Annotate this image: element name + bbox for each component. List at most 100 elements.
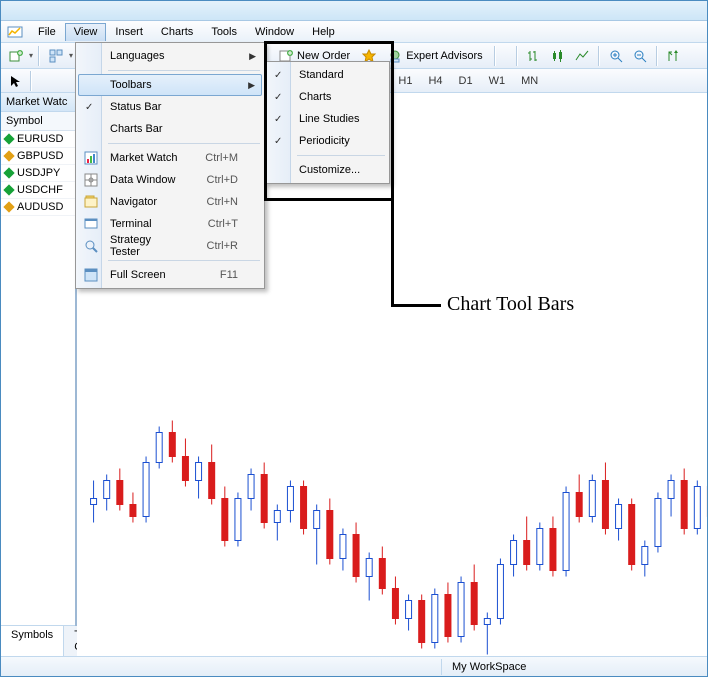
menu-item-label: Charts Bar bbox=[110, 123, 163, 135]
toolbars-item-customize-[interactable]: Customize... bbox=[267, 159, 387, 181]
tab-symbols[interactable]: Symbols bbox=[1, 626, 64, 656]
tester-icon bbox=[83, 238, 99, 254]
check-icon: ✓ bbox=[274, 136, 282, 147]
symbol-label: USDJPY bbox=[17, 167, 60, 179]
navigator-icon bbox=[83, 194, 99, 210]
view-menu-item-data-window[interactable]: Data Window Ctrl+D bbox=[78, 169, 262, 191]
app-icon bbox=[7, 24, 23, 40]
menu-item-label: Navigator bbox=[110, 196, 157, 208]
direction-icon bbox=[3, 167, 14, 178]
datawin-icon bbox=[83, 172, 99, 188]
period-mn[interactable]: MN bbox=[513, 73, 546, 89]
symbol-label: GBPUSD bbox=[17, 150, 63, 162]
view-menu-item-toolbars[interactable]: Toolbars▶ bbox=[78, 74, 262, 96]
menu-view[interactable]: View bbox=[65, 23, 107, 41]
view-menu-item-full-screen[interactable]: Full Screen F11 bbox=[78, 264, 262, 286]
menu-item-label: Strategy Tester bbox=[110, 234, 183, 258]
market-watch-title: Market Watc bbox=[1, 93, 75, 112]
menu-item-label: Data Window bbox=[110, 174, 175, 186]
symbol-label: USDCHF bbox=[17, 184, 63, 196]
candle-chart-button[interactable] bbox=[547, 45, 569, 67]
check-icon: ✓ bbox=[274, 114, 282, 125]
symbol-row-eurusd[interactable]: EURUSD bbox=[1, 131, 75, 148]
submenu-arrow-icon: ▶ bbox=[249, 51, 256, 62]
shortcut-label: Ctrl+D bbox=[183, 174, 238, 186]
menu-item-label: Terminal bbox=[110, 218, 152, 230]
annotation-label: Chart Tool Bars bbox=[447, 293, 574, 316]
menu-charts[interactable]: Charts bbox=[152, 23, 202, 41]
market-watch-header[interactable]: Symbol bbox=[1, 112, 75, 131]
fullscreen-icon bbox=[83, 267, 99, 283]
line-chart-button[interactable] bbox=[571, 45, 593, 67]
menu-item-label: Line Studies bbox=[299, 113, 360, 125]
annotation-connector bbox=[391, 201, 394, 306]
check-icon: ✓ bbox=[274, 92, 282, 103]
check-icon: ✓ bbox=[85, 102, 93, 113]
view-menu-item-terminal[interactable]: Terminal Ctrl+T bbox=[78, 213, 262, 235]
menu-item-label: Periodicity bbox=[299, 135, 350, 147]
app-window: FileViewInsertChartsToolsWindowHelp ▾ ▾ … bbox=[0, 0, 708, 677]
zoom-in-button[interactable] bbox=[605, 45, 627, 67]
annotation-connector bbox=[391, 304, 441, 307]
marketwatch-icon bbox=[83, 150, 99, 166]
shortcut-label: Ctrl+R bbox=[183, 240, 238, 252]
toolbars-item-standard[interactable]: ✓Standard bbox=[267, 64, 387, 86]
view-menu-item-market-watch[interactable]: Market Watch Ctrl+M bbox=[78, 147, 262, 169]
menu-window[interactable]: Window bbox=[246, 23, 303, 41]
menu-item-label: Languages bbox=[110, 50, 164, 62]
terminal-icon bbox=[83, 216, 99, 232]
symbol-label: AUDUSD bbox=[17, 201, 63, 213]
view-menu-item-languages[interactable]: Languages ▶ bbox=[78, 45, 262, 67]
shortcut-label: Ctrl+N bbox=[183, 196, 238, 208]
shortcut-label: Ctrl+T bbox=[184, 218, 238, 230]
symbol-row-usdjpy[interactable]: USDJPY bbox=[1, 165, 75, 182]
direction-icon bbox=[3, 184, 14, 195]
period-h1[interactable]: H1 bbox=[390, 73, 420, 89]
view-menu-dropdown: Languages ▶ Toolbars▶ ✓ Status Bar Charts Bar… bbox=[75, 42, 265, 289]
view-menu-item-charts-bar[interactable]: Charts Bar bbox=[78, 118, 262, 140]
shortcut-label: F11 bbox=[196, 269, 238, 281]
toolbars-item-line-studies[interactable]: ✓ Line Studies bbox=[267, 108, 387, 130]
menu-tools[interactable]: Tools bbox=[202, 23, 246, 41]
view-menu-item-navigator[interactable]: Navigator Ctrl+N bbox=[78, 191, 262, 213]
market-watch-tabs: Symbols Tick Chart bbox=[1, 625, 75, 656]
expert-advisors-label: Expert Advisors bbox=[406, 50, 482, 62]
shortcut-label: Ctrl+M bbox=[181, 152, 238, 164]
market-watch-panel: Market Watc Symbol EURUSD GBPUSD USDJPY USD… bbox=[1, 93, 77, 656]
symbol-row-gbpusd[interactable]: GBPUSD bbox=[1, 148, 75, 165]
direction-icon bbox=[3, 201, 14, 212]
workspace-label: My WorkSpace bbox=[441, 659, 536, 675]
symbol-row-usdchf[interactable]: USDCHF bbox=[1, 182, 75, 199]
autoscroll-button[interactable] bbox=[663, 45, 685, 67]
check-icon: ✓ bbox=[274, 70, 282, 81]
menu-item-label: Market Watch bbox=[110, 152, 177, 164]
menu-help[interactable]: Help bbox=[303, 23, 344, 41]
period-d1[interactable]: D1 bbox=[451, 73, 481, 89]
new-order-label: New Order bbox=[297, 50, 350, 62]
toolbars-submenu: ✓Standard✓Charts✓Line Studies✓Periodicit… bbox=[264, 61, 390, 184]
view-menu-item-status-bar[interactable]: ✓ Status Bar bbox=[78, 96, 262, 118]
profiles-button[interactable] bbox=[45, 45, 67, 67]
menu-insert[interactable]: Insert bbox=[106, 23, 152, 41]
status-bar: My WorkSpace bbox=[1, 656, 707, 676]
titlebar bbox=[1, 1, 707, 21]
expert-advisors-button[interactable]: Expert Advisors bbox=[382, 45, 488, 67]
toolbars-item-charts[interactable]: ✓ Charts bbox=[267, 86, 387, 108]
zoom-out-button[interactable] bbox=[629, 45, 651, 67]
menu-item-label: Toolbars bbox=[110, 79, 152, 91]
menu-item-label: Customize... bbox=[299, 164, 360, 176]
period-h4[interactable]: H4 bbox=[420, 73, 450, 89]
menu-item-label: Full Screen bbox=[110, 269, 166, 281]
menu-file[interactable]: File bbox=[29, 23, 65, 41]
menu-item-label: Charts bbox=[299, 91, 331, 103]
view-menu-item-strategy-tester[interactable]: Strategy TesterCtrl+R bbox=[78, 235, 262, 257]
symbol-label: EURUSD bbox=[17, 133, 63, 145]
bar-chart-button[interactable] bbox=[523, 45, 545, 67]
cursor-button[interactable] bbox=[5, 70, 27, 92]
menubar: FileViewInsertChartsToolsWindowHelp bbox=[1, 21, 707, 43]
new-chart-button[interactable] bbox=[5, 45, 27, 67]
menu-item-label: Status Bar bbox=[110, 101, 161, 113]
symbol-row-audusd[interactable]: AUDUSD bbox=[1, 199, 75, 216]
toolbars-item-periodicity[interactable]: ✓ Periodicity bbox=[267, 130, 387, 152]
period-w1[interactable]: W1 bbox=[481, 73, 514, 89]
